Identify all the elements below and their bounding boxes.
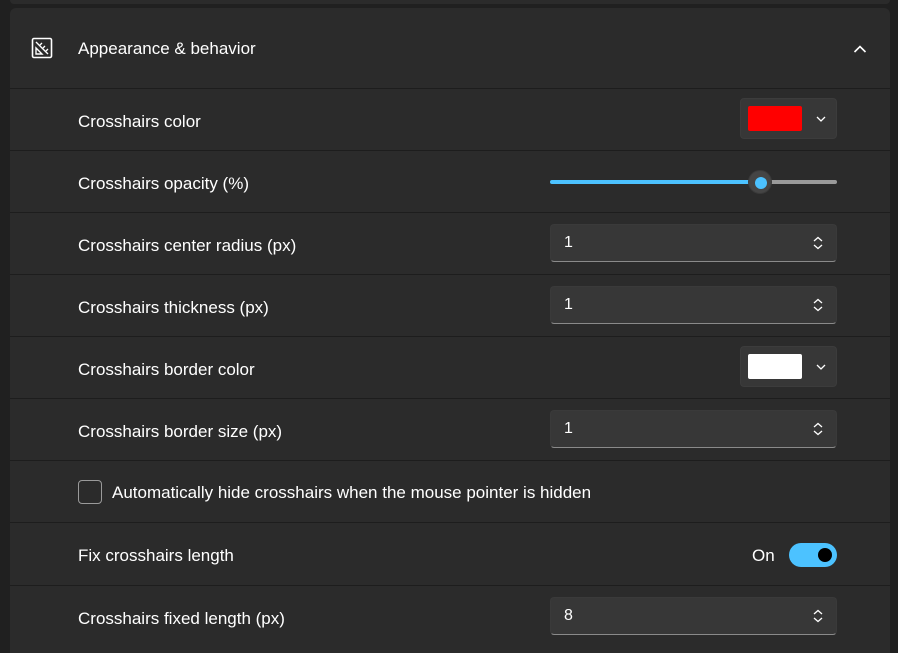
- border-color-swatch: [748, 354, 802, 379]
- appearance-settings-panel: Appearance & behavior Crosshairs color C…: [10, 8, 890, 653]
- ruler-icon: [31, 37, 53, 59]
- center-radius-value: 1: [564, 234, 573, 251]
- slider-track-filled: [550, 180, 756, 184]
- fix-length-label: Fix crosshairs length: [78, 546, 234, 565]
- spin-updown-icon[interactable]: [811, 608, 825, 624]
- crosshairs-color-swatch: [748, 106, 802, 131]
- toggle-knob: [818, 548, 832, 562]
- border-color-label: Crosshairs border color: [78, 360, 255, 379]
- chevron-up-icon[interactable]: [852, 41, 868, 57]
- auto-hide-checkbox[interactable]: [78, 480, 102, 504]
- setting-row-auto-hide: Automatically hide crosshairs when the m…: [10, 460, 890, 522]
- crosshairs-opacity-label: Crosshairs opacity (%): [78, 174, 249, 193]
- spin-updown-icon[interactable]: [811, 297, 825, 313]
- thickness-number-box[interactable]: 1: [550, 286, 837, 324]
- crosshairs-opacity-slider[interactable]: [550, 170, 837, 194]
- slider-thumb[interactable]: [748, 170, 772, 194]
- fixed-length-label: Crosshairs fixed length (px): [78, 609, 285, 628]
- border-size-label: Crosshairs border size (px): [78, 422, 283, 441]
- setting-row-fix-length: Fix crosshairs length On: [10, 522, 890, 585]
- section-title: Appearance & behavior: [78, 39, 256, 58]
- setting-row-center-radius: Crosshairs center radius (px) 1: [10, 212, 890, 274]
- fix-length-toggle[interactable]: [789, 543, 837, 567]
- border-size-number-box[interactable]: 1: [550, 410, 837, 448]
- setting-row-border-color: Crosshairs border color: [10, 336, 890, 398]
- spin-updown-icon[interactable]: [811, 235, 825, 251]
- border-size-value: 1: [564, 420, 573, 437]
- setting-row-fixed-length: Crosshairs fixed length (px) 8: [10, 585, 890, 653]
- toggle-state-text: On: [752, 546, 775, 565]
- slider-track-remaining: [766, 180, 837, 184]
- setting-row-thickness: Crosshairs thickness (px) 1: [10, 274, 890, 336]
- thickness-value: 1: [564, 296, 573, 313]
- center-radius-number-box[interactable]: 1: [550, 224, 837, 262]
- section-header[interactable]: Appearance & behavior: [10, 8, 890, 89]
- crosshairs-color-label: Crosshairs color: [78, 112, 201, 131]
- spin-updown-icon[interactable]: [811, 421, 825, 437]
- setting-row-border-size: Crosshairs border size (px) 1: [10, 398, 890, 460]
- fixed-length-number-box[interactable]: 8: [550, 597, 837, 635]
- previous-card-edge: [10, 0, 890, 4]
- setting-row-crosshairs-opacity: Crosshairs opacity (%): [10, 150, 890, 212]
- auto-hide-label[interactable]: Automatically hide crosshairs when the m…: [112, 483, 591, 503]
- border-color-picker-button[interactable]: [740, 346, 837, 387]
- fixed-length-value: 8: [564, 607, 573, 624]
- chevron-down-icon: [816, 116, 826, 122]
- thickness-label: Crosshairs thickness (px): [78, 298, 269, 317]
- center-radius-label: Crosshairs center radius (px): [78, 236, 297, 255]
- setting-row-crosshairs-color: Crosshairs color: [10, 88, 890, 150]
- crosshairs-color-picker-button[interactable]: [740, 98, 837, 139]
- chevron-down-icon: [816, 364, 826, 370]
